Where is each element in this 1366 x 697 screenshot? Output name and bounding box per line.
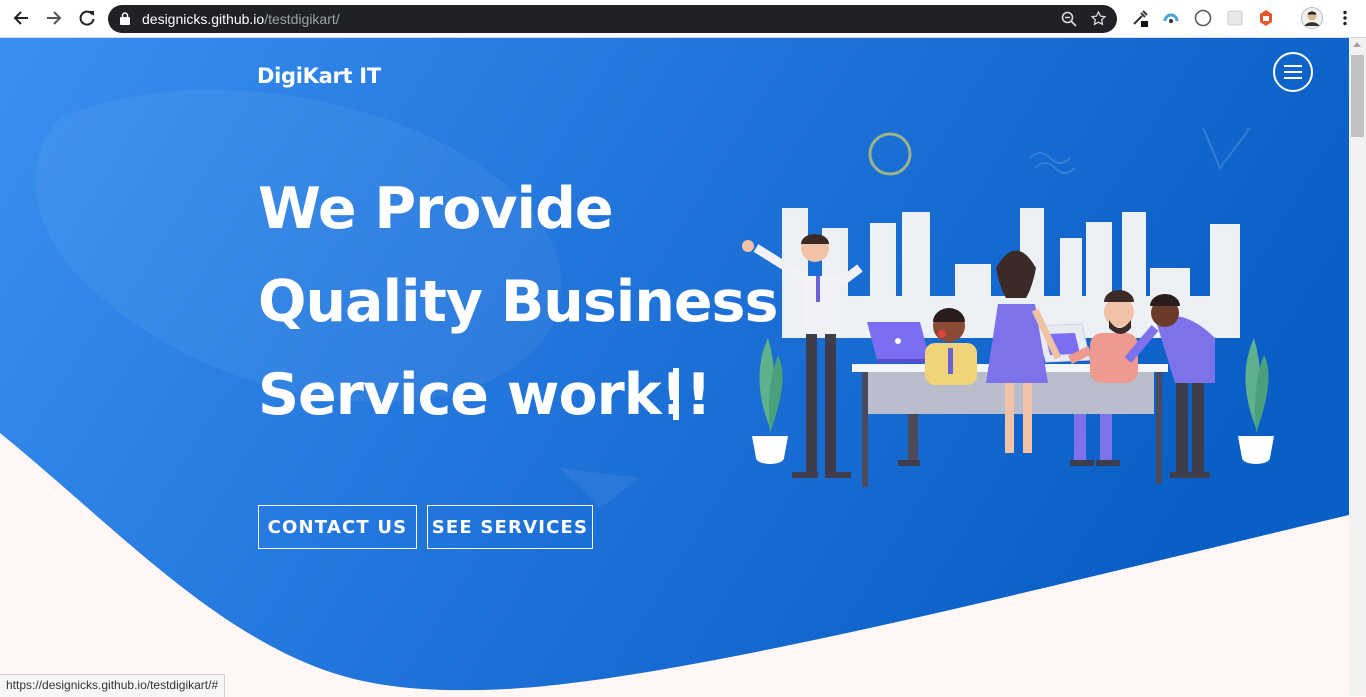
typing-cursor: [673, 368, 679, 420]
back-arrow-icon[interactable]: [9, 6, 33, 30]
vertical-scrollbar[interactable]: [1349, 38, 1366, 696]
zoom-icon[interactable]: [1061, 11, 1077, 27]
ring-shape-icon: [868, 132, 912, 176]
address-url: designicks.github.io/testdigikart/: [142, 11, 340, 27]
more-menu-icon[interactable]: [1336, 9, 1354, 27]
team-illustration: [742, 128, 1274, 487]
address-bar[interactable]: designicks.github.io/testdigikart/: [108, 5, 1117, 33]
profile-avatar-icon[interactable]: [1301, 7, 1323, 29]
headline-line-1: We Provide: [258, 176, 614, 242]
browser-toolbar: designicks.github.io/testdigikart/: [0, 0, 1366, 38]
page-viewport: DigiKart IT We Provide Quality Business …: [0, 38, 1349, 696]
extension-icon[interactable]: [1226, 9, 1244, 27]
bookmark-star-icon[interactable]: [1090, 10, 1107, 27]
headline-line-2: Quality Business: [258, 269, 778, 335]
wave-shape-icon: [1029, 152, 1076, 174]
see-services-button[interactable]: SEE SERVICES: [427, 505, 593, 549]
contact-us-button[interactable]: CONTACT US: [258, 505, 417, 549]
forward-arrow-icon[interactable]: [42, 6, 66, 30]
triangle-shape-icon: [1202, 128, 1252, 170]
hero-headline: We Provide Quality Business Service work…: [258, 163, 778, 442]
link-status-bar: https://designicks.github.io/testdigikar…: [0, 674, 226, 697]
brand-logo[interactable]: DigiKart IT: [257, 64, 381, 88]
scroll-up-arrow-icon[interactable]: [1353, 42, 1361, 47]
extension-icon[interactable]: [1162, 9, 1180, 27]
hamburger-menu-icon[interactable]: [1273, 52, 1313, 92]
extension-icon[interactable]: [1257, 9, 1275, 27]
headline-line-3: Service work!!: [258, 362, 712, 428]
reload-icon[interactable]: [75, 6, 99, 30]
dark-mode-extension-icon[interactable]: [1194, 9, 1212, 27]
lock-icon: [120, 12, 130, 25]
scrollbar-thumb[interactable]: [1351, 55, 1364, 137]
eyedropper-extension-icon[interactable]: [1131, 9, 1149, 27]
